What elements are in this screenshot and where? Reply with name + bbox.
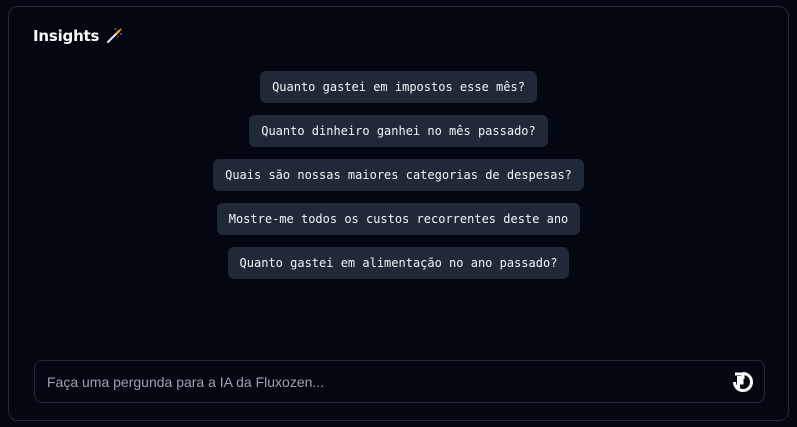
- suggestion-chip[interactable]: Quanto gastei em alimentação no ano pass…: [227, 247, 570, 279]
- suggestion-list: Quanto gastei em impostos esse mês? Quan…: [9, 71, 788, 279]
- question-input-container: [34, 360, 765, 403]
- question-input[interactable]: [47, 361, 717, 402]
- panel-title: Insights: [33, 27, 100, 45]
- suggestion-chip[interactable]: Quanto gastei em impostos esse mês?: [260, 71, 537, 103]
- suggestion-chip[interactable]: Mostre-me todos os custos recorrentes de…: [216, 203, 581, 235]
- suggestion-chip[interactable]: Quais são nossas maiores categorias de d…: [213, 159, 584, 191]
- insights-panel: Insights Quanto gastei em impostos esse …: [8, 6, 789, 421]
- suggestion-chip[interactable]: Quanto dinheiro ganhei no mês passado?: [249, 115, 548, 147]
- insights-header: Insights: [33, 27, 123, 45]
- magic-wand-icon: [105, 27, 123, 45]
- fluxozen-send-icon[interactable]: [732, 371, 754, 393]
